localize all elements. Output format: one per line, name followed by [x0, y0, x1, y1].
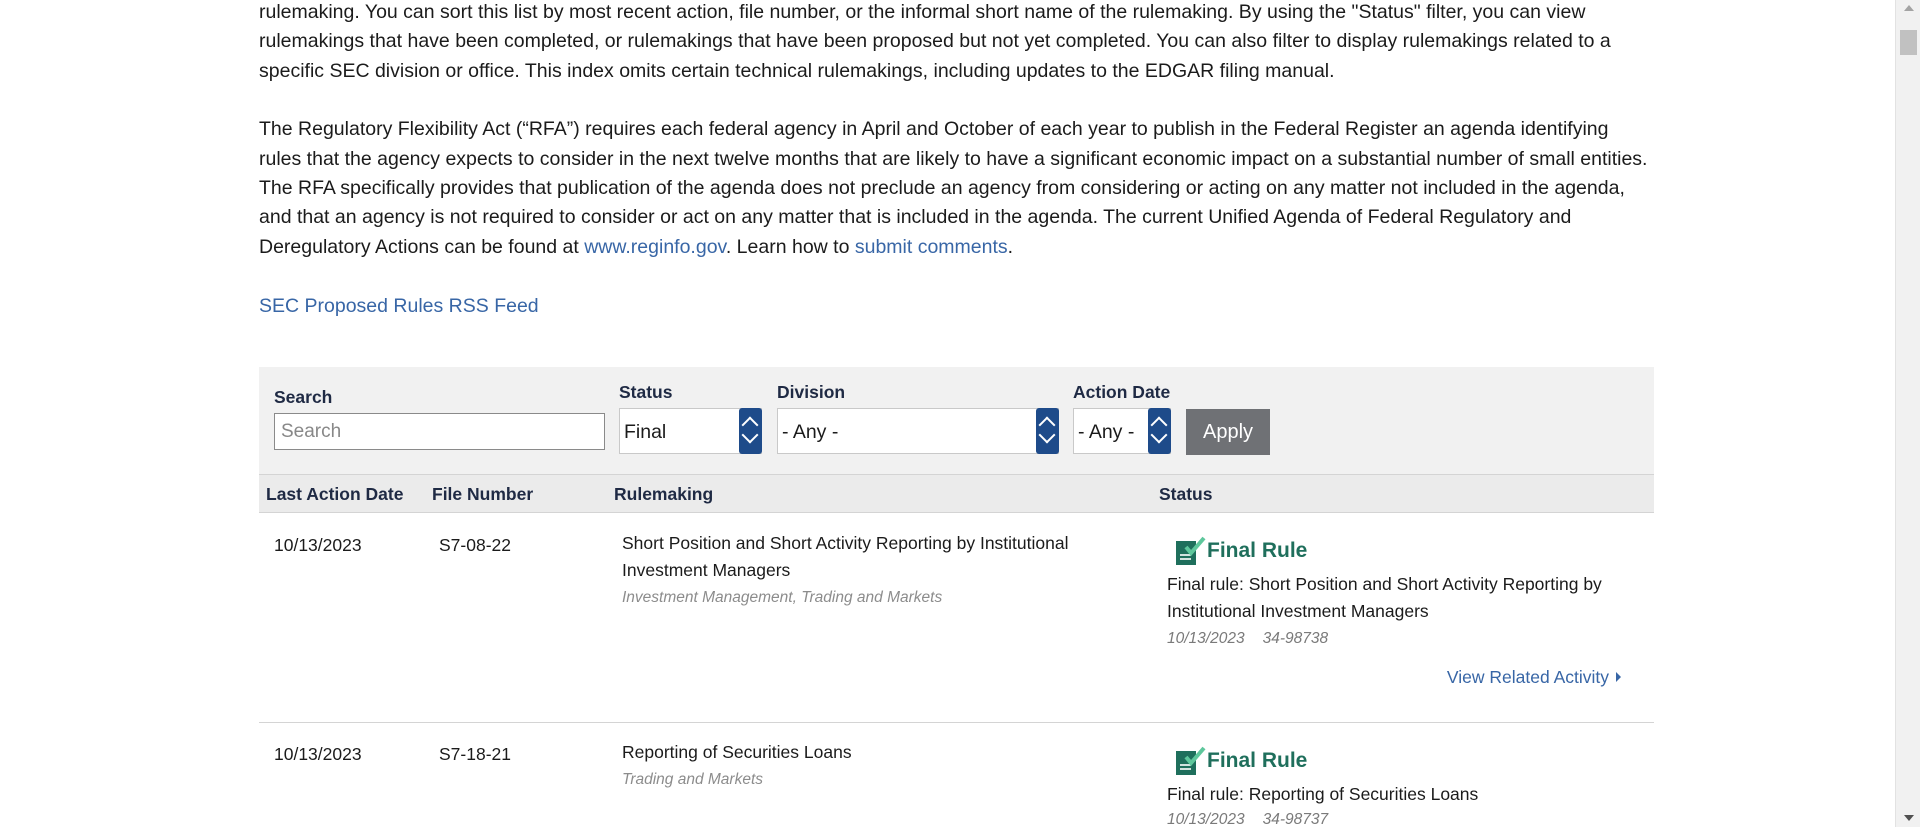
division-select-value: - Any - [782, 421, 839, 443]
view-related-activity-link[interactable]: View Related Activity [1447, 667, 1621, 688]
page-scrollbar[interactable] [1895, 0, 1920, 827]
status-cell: Final Rule Final rule: Short Position an… [1167, 513, 1637, 723]
status-description[interactable]: Final rule: Reporting of Securities Loan… [1167, 781, 1637, 808]
status-heading: Final Rule [1174, 535, 1307, 567]
header-file-number[interactable]: File Number [432, 484, 533, 505]
scroll-thumb[interactable] [1900, 30, 1917, 55]
last-action-date: 10/13/2023 [274, 535, 362, 555]
status-description[interactable]: Final rule: Short Position and Short Act… [1167, 571, 1637, 625]
status-select-value: Final [624, 421, 667, 443]
apply-button[interactable]: Apply [1186, 409, 1270, 455]
release-number: 34-98737 [1262, 811, 1329, 827]
up-down-chevron-icon [739, 408, 762, 454]
rulemaking-title[interactable]: Reporting of Securities Loans [622, 739, 1122, 766]
search-input[interactable] [274, 413, 605, 450]
file-number: S7-18-21 [439, 744, 511, 764]
intro-content: rulemaking. You can sort this list by mo… [259, 0, 1654, 321]
division-select[interactable]: - Any - [777, 408, 1059, 454]
up-down-chevron-icon [1036, 408, 1059, 454]
caret-right-icon [1616, 672, 1621, 682]
final-rule-check-document-icon [1176, 746, 1206, 775]
last-action-date: 10/13/2023 [274, 744, 362, 764]
filter-bar: Search Status Final Division - Any - Act… [259, 367, 1654, 474]
status-select[interactable]: Final [619, 408, 762, 454]
release-number: 34-98738 [1262, 630, 1329, 647]
status-meta: 10/13/2023 34-98737 [1167, 811, 1328, 827]
status-heading: Final Rule [1174, 745, 1307, 777]
status-cell: Final Rule Final rule: Reporting of Secu… [1167, 723, 1637, 827]
rulemaking-divisions: Trading and Markets [622, 771, 763, 788]
status-date: 10/13/2023 [1167, 630, 1245, 647]
action-date-select[interactable]: - Any - [1073, 408, 1171, 454]
header-status: Status [1159, 484, 1213, 504]
related-label: View Related Activity [1446, 667, 1609, 687]
intro-paragraph-2: The Regulatory Flexibility Act (“RFA”) r… [259, 115, 1654, 262]
header-last-action-date[interactable]: Last Action Date [266, 484, 403, 505]
rulemaking-title[interactable]: Short Position and Short Activity Report… [622, 530, 1122, 584]
table-header: Last Action Date File Number Rulemaking … [259, 474, 1654, 513]
final-rule-check-document-icon [1176, 536, 1206, 565]
submit-comments-link[interactable]: submit comments [855, 236, 1008, 258]
table-row: 10/13/2023 S7-08-22 Short Position and S… [259, 513, 1654, 723]
scroll-up-arrow-icon[interactable] [1904, 5, 1914, 11]
up-down-chevron-icon [1148, 408, 1171, 454]
search-label: Search [274, 387, 333, 407]
period-text: . [1007, 235, 1014, 258]
division-label: Division [777, 382, 846, 402]
status-label: Final Rule [1207, 749, 1308, 772]
action-date-select-value: - Any - [1078, 421, 1135, 443]
scroll-down-arrow-icon[interactable] [1904, 815, 1914, 821]
reginfo-link[interactable]: www.reginfo.gov [584, 236, 726, 258]
rulemaking-divisions: Investment Management, Trading and Marke… [622, 589, 943, 606]
header-rulemaking[interactable]: Rulemaking [614, 484, 713, 505]
table-row: 10/13/2023 S7-18-21 Reporting of Securit… [259, 723, 1654, 827]
rss-feed-link[interactable]: SEC Proposed Rules RSS Feed [259, 292, 1654, 321]
status-date: 10/13/2023 [1167, 811, 1245, 827]
learn-text: . Learn how to [725, 235, 855, 258]
action-date-label: Action Date [1073, 382, 1171, 402]
status-label: Final Rule [1207, 539, 1308, 562]
status-label: Status [619, 382, 673, 402]
status-meta: 10/13/2023 34-98738 [1167, 630, 1328, 648]
file-number: S7-08-22 [439, 535, 511, 555]
intro-paragraph-1: rulemaking. You can sort this list by mo… [259, 1, 1611, 82]
